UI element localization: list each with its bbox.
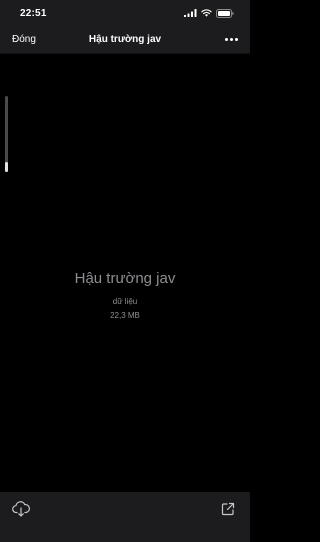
battery-icon [216,8,234,18]
scroll-thumb[interactable] [5,162,8,172]
page-title: Hậu trường jav [88,34,162,45]
download-button[interactable] [12,500,30,522]
scroll-indicator[interactable] [5,96,8,172]
close-button[interactable]: Đóng [12,34,36,45]
status-bar: 22:51 [0,0,250,26]
more-options-button[interactable] [223,34,240,45]
file-preview-screen: 22:51 Đóng Hậu trường jav Hậu trường jav… [0,0,250,542]
open-in-button[interactable] [219,502,237,520]
file-type: dữ liệu [112,297,138,306]
wifi-icon [201,9,212,17]
file-info: Hậu trường jav dữ liệu 22,3 MB [0,270,250,320]
preview-area: Hậu trường jav dữ liệu 22,3 MB [0,54,250,492]
file-name: Hậu trường jav [74,270,176,287]
status-icons [184,8,234,18]
status-time: 22:51 [20,7,47,19]
bottom-toolbar [0,492,250,542]
open-external-icon [221,502,235,521]
cloud-download-icon [12,500,30,522]
navigation-bar: Đóng Hậu trường jav [0,26,250,54]
file-size: 22,3 MB [110,311,140,320]
more-horizontal-icon [225,38,228,41]
signal-icon [184,9,197,17]
